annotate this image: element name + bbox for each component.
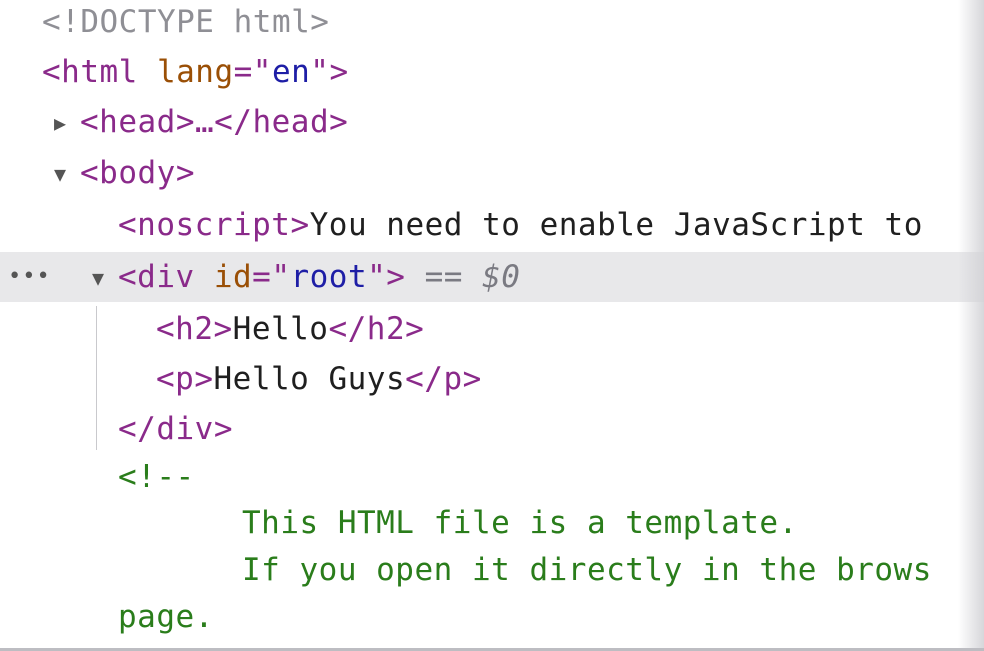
div-tag-close: "> (367, 259, 406, 295)
selection-marker: == (405, 259, 483, 295)
h2-tag-open: <h2> (156, 311, 233, 347)
div-root-node[interactable]: ••• ▼ <div id="root"> == $0 (0, 252, 984, 302)
div-attr-name: id (213, 259, 253, 295)
h2-text: Hello (232, 311, 329, 347)
h2-tag-close: </h2> (328, 311, 425, 347)
html-attr-name: lang (156, 54, 234, 90)
p-node[interactable]: <p>Hello Guys</p> (0, 354, 984, 404)
doctype-text: <!DOCTYPE html> (42, 4, 330, 40)
doctype-node[interactable]: <!DOCTYPE html> (0, 0, 984, 47)
div-attr-eq: =" (252, 259, 291, 295)
comment-text-1: This HTML file is a template. (242, 505, 798, 541)
comment-line-2: If you open it directly in the brows (0, 545, 984, 595)
head-tag: <head>…</head> (80, 104, 349, 140)
div-tag-open: <div (118, 259, 214, 295)
noscript-text: You need to enable JavaScript to (309, 207, 923, 243)
html-node[interactable]: <html lang="en"> (0, 47, 984, 97)
panel-edge-shadow (958, 0, 984, 651)
html-attr-eq: =" (233, 54, 272, 90)
noscript-tag: <noscript> (118, 207, 310, 243)
comment-text-2: If you open it directly in the brows (242, 552, 932, 588)
comment-text-3: page. (118, 599, 214, 635)
html-attr-value: en (271, 54, 311, 90)
comment-line-3: page. (0, 592, 984, 642)
noscript-node[interactable]: <noscript>You need to enable JavaScript … (0, 200, 984, 250)
p-text: Hello Guys (213, 361, 406, 397)
body-tag: <body> (80, 155, 195, 191)
html-tag-open: <html (42, 54, 157, 90)
comment-node[interactable]: <!-- (0, 452, 984, 502)
more-options-icon[interactable]: ••• (8, 252, 51, 302)
comment-line-1: This HTML file is a template. (0, 498, 984, 548)
div-end-tag: </div> (118, 411, 233, 447)
collapse-arrow-icon[interactable]: ▼ (92, 253, 118, 302)
p-tag-close: </p> (405, 361, 482, 397)
h2-node[interactable]: <h2>Hello</h2> (0, 304, 984, 354)
div-close-node[interactable]: </div> (0, 404, 984, 454)
selection-variable: $0 (482, 259, 521, 295)
collapse-arrow-icon[interactable]: ▼ (54, 149, 80, 198)
head-node[interactable]: ▶ <head>…</head> (0, 97, 984, 147)
expand-arrow-icon[interactable]: ▶ (54, 98, 80, 147)
html-tag-close: "> (310, 54, 349, 90)
body-node[interactable]: ▼ <body> (0, 148, 984, 198)
p-tag-open: <p> (156, 361, 214, 397)
comment-start: <!-- (118, 459, 195, 495)
div-attr-value: root (290, 259, 368, 295)
